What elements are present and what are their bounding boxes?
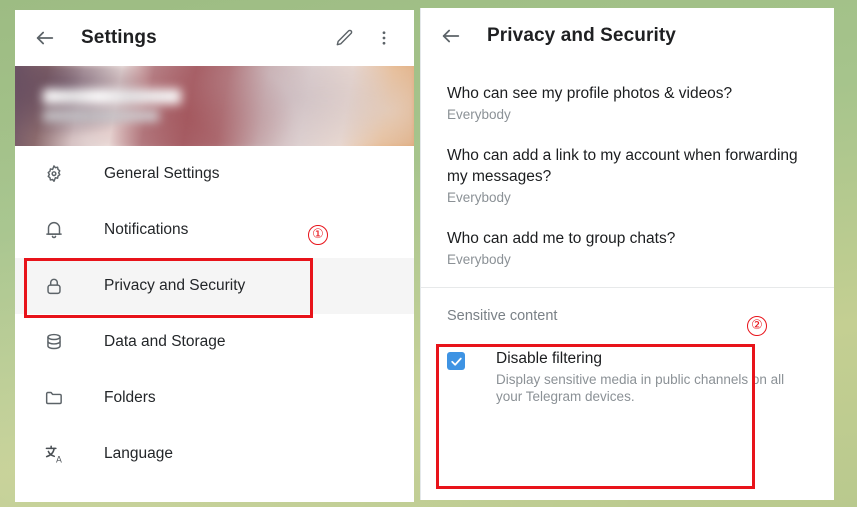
sidebar-item-label: Language [104,445,173,462]
disable-filtering-description: Display sensitive media in public channe… [496,372,785,404]
more-vertical-icon[interactable] [364,18,404,58]
privacy-settings-list: Who can see my profile photos & videos? … [421,64,834,405]
sidebar-item-folders[interactable]: Folders [15,370,414,426]
disable-filtering-checkbox[interactable] [447,352,465,370]
screenshot-root: Settings General Settings Notifications … [0,0,857,507]
blurred-name-overlay [37,86,197,130]
settings-menu-list: General Settings Notifications Privacy a… [15,146,414,482]
disable-filtering-row[interactable]: Disable filtering Display sensitive medi… [447,350,808,405]
privacy-value: Everybody [447,107,511,122]
gear-icon [41,163,67,185]
privacy-security-panel: Privacy and Security Who can see my prof… [420,8,834,500]
lock-icon [41,275,67,297]
privacy-row-forward-link[interactable]: Who can add a link to my account when fo… [421,132,834,215]
back-arrow-icon[interactable] [25,18,65,58]
blurred-name-line [43,89,181,104]
page-title: Privacy and Security [487,25,676,46]
sidebar-item-privacy-and-security[interactable]: Privacy and Security [15,258,414,314]
settings-panel: Settings General Settings Notifications … [15,10,414,502]
sidebar-item-label: Folders [104,389,156,406]
sidebar-item-data-and-storage[interactable]: Data and Storage [15,314,414,370]
annotation-marker-2: ② [747,316,767,336]
sidebar-item-language[interactable]: A Language [15,426,414,482]
privacy-question: Who can see my profile photos & videos? [447,85,733,102]
disable-filtering-label: Disable filtering [496,350,602,367]
privacy-question: Who can add me to group chats? [447,230,676,247]
back-arrow-icon[interactable] [431,16,471,56]
translate-icon: A [41,443,67,466]
privacy-value: Everybody [447,252,511,267]
pencil-icon[interactable] [324,18,364,58]
blurred-subtitle-line [43,111,159,121]
sensitive-content-section: Sensitive content Disable filtering Disp… [421,288,834,405]
privacy-appbar: Privacy and Security [421,8,834,64]
database-icon [41,331,67,353]
sidebar-item-general-settings[interactable]: General Settings [15,146,414,202]
privacy-question: Who can add a link to my account when fo… [447,147,798,185]
bell-icon [41,219,67,241]
sidebar-item-notifications[interactable]: Notifications [15,202,414,258]
sidebar-item-label: Data and Storage [104,333,226,350]
annotation-marker-1: ① [308,225,328,245]
profile-cover-banner[interactable] [15,66,414,146]
settings-appbar: Settings [15,10,414,66]
sidebar-item-label: Privacy and Security [104,277,246,294]
privacy-row-profile-photos[interactable]: Who can see my profile photos & videos? … [421,70,834,132]
sidebar-item-label: Notifications [104,221,189,238]
disable-filtering-texts: Disable filtering Display sensitive medi… [496,350,796,405]
sidebar-item-label: General Settings [104,165,220,182]
page-title: Settings [81,27,157,48]
privacy-row-group-chats[interactable]: Who can add me to group chats? Everybody [421,215,834,277]
svg-text:A: A [56,455,62,465]
privacy-value: Everybody [447,190,511,205]
folder-icon [41,387,67,409]
